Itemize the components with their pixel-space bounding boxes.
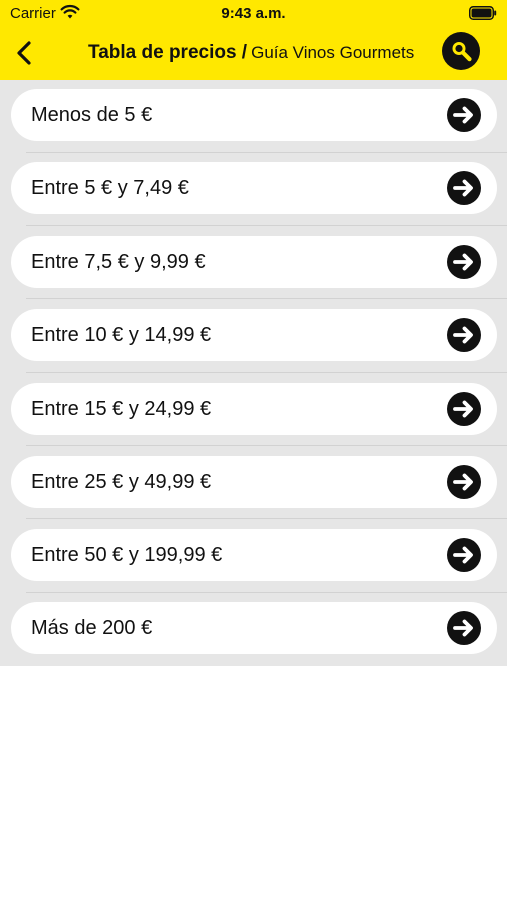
battery-icon — [469, 6, 497, 20]
price-range-label: Entre 10 € y 14,99 € — [31, 324, 212, 346]
price-range-label: Menos de 5 € — [31, 104, 153, 126]
price-range-row[interactable]: Entre 10 € y 14,99 € — [11, 309, 497, 361]
arrow-right-circle-icon — [447, 98, 481, 132]
arrow-right-circle-icon — [447, 171, 481, 205]
price-range-label: Entre 25 € y 49,99 € — [31, 471, 212, 493]
price-range-row[interactable]: Entre 15 € y 24,99 € — [11, 383, 497, 435]
search-icon — [452, 42, 472, 62]
chevron-left-icon[interactable] — [12, 38, 36, 68]
nav-bar: Tabla de precios / Guía Vinos Gourmets — [0, 28, 507, 80]
row-separator — [26, 592, 507, 593]
status-bar: Carrier 9:43 a.m. — [0, 0, 507, 28]
arrow-right-circle-icon — [447, 611, 481, 645]
price-range-label: Entre 7,5 € y 9,99 € — [31, 251, 206, 273]
price-range-list: Menos de 5 € Entre 5 € y 7,49 € Entre 7,… — [0, 80, 507, 666]
price-range-row[interactable]: Entre 25 € y 49,99 € — [11, 456, 497, 508]
arrow-right-circle-icon — [447, 538, 481, 572]
row-separator — [26, 372, 507, 373]
price-range-label: Entre 15 € y 24,99 € — [31, 398, 212, 420]
price-range-row[interactable]: Entre 7,5 € y 9,99 € — [11, 236, 497, 288]
row-separator — [26, 298, 507, 299]
price-range-row[interactable]: Entre 5 € y 7,49 € — [11, 162, 497, 214]
row-separator — [26, 152, 507, 153]
row-separator — [26, 225, 507, 226]
page-title-subtitle: Guía Vinos Gourmets — [251, 43, 415, 62]
price-range-row[interactable]: Entre 50 € y 199,99 € — [11, 529, 497, 581]
arrow-right-circle-icon — [447, 245, 481, 279]
search-button[interactable] — [442, 32, 480, 70]
price-range-label: Más de 200 € — [31, 617, 153, 639]
arrow-right-circle-icon — [447, 465, 481, 499]
price-range-label: Entre 5 € y 7,49 € — [31, 177, 189, 199]
status-time: 9:43 a.m. — [221, 5, 286, 22]
row-separator — [26, 518, 507, 519]
row-separator — [26, 445, 507, 446]
arrow-right-circle-icon — [447, 392, 481, 426]
top-bar: Carrier 9:43 a.m. Tabla de precios / Guía… — [0, 0, 507, 80]
price-range-label: Entre 50 € y 199,99 € — [31, 544, 223, 566]
page-title-main: Tabla de precios / — [88, 42, 248, 63]
price-range-row[interactable]: Más de 200 € — [11, 602, 497, 654]
price-range-row[interactable]: Menos de 5 € — [11, 89, 497, 141]
arrow-right-circle-icon — [447, 318, 481, 352]
page-title: Tabla de precios / Guía Vinos Gourmets — [88, 42, 414, 64]
